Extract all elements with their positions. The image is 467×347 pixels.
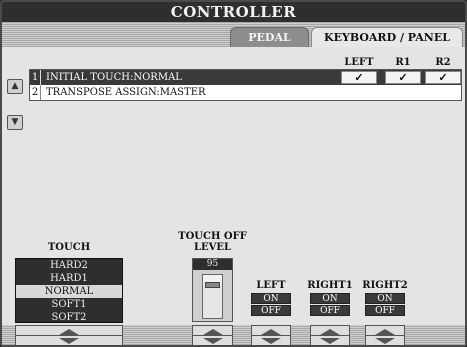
- checkmark-icon: ✓: [398, 71, 408, 84]
- list-item-label: TRANSPOSE ASSIGN:MASTER: [46, 87, 206, 98]
- content-area: LEFT R1 R2 ▲ ▼ 1 INITIAL TOUCH:NORMAL ✓ …: [2, 47, 465, 345]
- touch-selector[interactable]: HARD2 HARD1 NORMAL SOFT1 SOFT2: [15, 258, 123, 323]
- level-track[interactable]: [202, 274, 223, 319]
- touch-option-hard1[interactable]: HARD1: [16, 272, 122, 285]
- triangle-down-icon: [59, 338, 79, 344]
- off-button-left[interactable]: OFF: [251, 305, 291, 316]
- level-down-button[interactable]: [192, 335, 233, 345]
- level-fill: [203, 285, 222, 318]
- data-dial-button-band: [2, 325, 465, 345]
- triangle-down-icon: [320, 338, 340, 344]
- column-header-left: LEFT: [344, 57, 374, 68]
- triangle-down-icon: [261, 338, 281, 344]
- checkbox-r2[interactable]: ✓: [425, 71, 461, 84]
- touch-option-normal[interactable]: NORMAL: [16, 285, 122, 298]
- touch-down-button[interactable]: [15, 335, 123, 345]
- part-label-right2: RIGHT2: [362, 280, 408, 291]
- triangle-down-icon: [375, 338, 395, 344]
- touch-off-level-value: 95: [193, 259, 232, 270]
- list-item-transpose-assign[interactable]: 2 TRANSPOSE ASSIGN:MASTER: [30, 85, 461, 100]
- right1-down-button[interactable]: [310, 335, 350, 345]
- checkmark-icon: ✓: [438, 71, 448, 84]
- right2-down-button[interactable]: [365, 335, 405, 345]
- touch-option-hard2[interactable]: HARD2: [16, 259, 122, 272]
- touch-off-level-label: TOUCH OFF LEVEL: [178, 231, 247, 253]
- touch-option-soft1[interactable]: SOFT1: [16, 298, 122, 311]
- checkmark-icon: ✓: [354, 71, 364, 84]
- controller-screen: CONTROLLER PEDAL KEYBOARD / PANEL LEFT R…: [0, 0, 467, 347]
- column-header-r1: R1: [395, 57, 411, 68]
- on-button-left[interactable]: ON: [251, 293, 291, 304]
- tab-strip: PEDAL KEYBOARD / PANEL: [2, 22, 465, 47]
- list-item-label: INITIAL TOUCH:NORMAL: [46, 72, 182, 83]
- triangle-down-icon: [202, 338, 223, 344]
- off-button-right1[interactable]: OFF: [310, 305, 350, 316]
- list-item-number: 2: [30, 85, 41, 100]
- checkbox-r1[interactable]: ✓: [385, 71, 421, 84]
- off-button-right2[interactable]: OFF: [365, 305, 405, 316]
- touch-option-soft2[interactable]: SOFT2: [16, 311, 122, 324]
- tab-pedal[interactable]: PEDAL: [230, 27, 309, 47]
- left-down-button[interactable]: [251, 335, 291, 345]
- scroll-up-button[interactable]: ▲: [7, 79, 23, 94]
- touch-off-level-slider[interactable]: 95: [192, 258, 233, 322]
- triangle-up-icon: ▲: [11, 81, 19, 91]
- list-item-number: 1: [30, 70, 41, 85]
- tab-keyboard-panel[interactable]: KEYBOARD / PANEL: [311, 27, 463, 47]
- column-header-r2: R2: [435, 57, 451, 68]
- part-label-left: LEFT: [256, 280, 286, 291]
- list-item-initial-touch[interactable]: 1 INITIAL TOUCH:NORMAL ✓ ✓ ✓: [30, 70, 461, 85]
- triangle-down-icon: ▼: [11, 117, 19, 127]
- scroll-down-button[interactable]: ▼: [7, 115, 23, 130]
- on-button-right2[interactable]: ON: [365, 293, 405, 304]
- page-title: CONTROLLER: [2, 2, 465, 22]
- touch-label: TOUCH: [47, 242, 91, 253]
- checkbox-left[interactable]: ✓: [341, 71, 377, 84]
- level-knob[interactable]: [205, 281, 220, 288]
- on-button-right1[interactable]: ON: [310, 293, 350, 304]
- part-label-right1: RIGHT1: [307, 280, 353, 291]
- settings-list: 1 INITIAL TOUCH:NORMAL ✓ ✓ ✓ 2 TRANSPOSE…: [29, 69, 462, 101]
